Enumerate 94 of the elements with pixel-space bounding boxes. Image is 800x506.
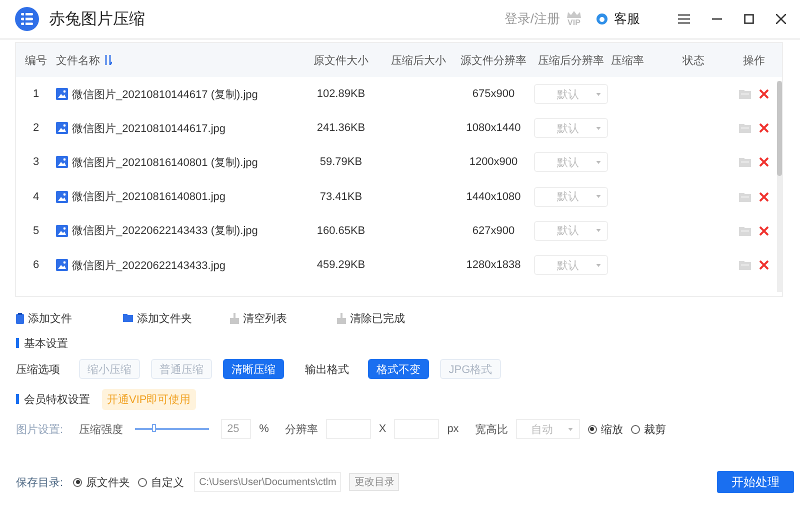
save-option-radio[interactable]: 原文件夹 [73, 474, 130, 490]
file-size: 102.89KB [316, 88, 366, 100]
resolution-label: 分辨率 [284, 422, 318, 436]
row-number: 1 [32, 88, 40, 100]
maximize-icon[interactable] [744, 14, 754, 24]
delete-icon[interactable] [759, 157, 769, 168]
source-resolution: 675x900 [471, 88, 516, 100]
row-number: 5 [32, 224, 40, 237]
row-number: 3 [32, 156, 40, 168]
toolbar-button[interactable]: 添加文件 [16, 310, 123, 326]
mode-radio[interactable]: 缩放 [588, 422, 623, 436]
file-size: 160.65KB [316, 224, 366, 237]
vip-hint-tag: 开通VIP即可使用 [102, 388, 196, 410]
image-file-icon [56, 259, 68, 272]
file-name: 微信图片_20210810144617.jpg [72, 122, 226, 136]
column-header: 原文件大小 [312, 54, 370, 68]
column-header: 压缩后大小 [390, 54, 447, 68]
save-option-radio[interactable]: 自定义 [138, 474, 184, 490]
compression-option[interactable]: 清晰压缩 [223, 359, 284, 379]
file-size: 241.36KB [316, 122, 366, 134]
brush-icon [337, 312, 346, 324]
mode-radio[interactable]: 裁剪 [630, 422, 666, 436]
delete-icon[interactable] [759, 123, 769, 134]
source-resolution: 1440x1080 [465, 190, 522, 203]
caret-icon [596, 195, 601, 198]
file-name: 微信图片_20220622143433.jpg [72, 258, 226, 273]
column-header: 编号 [24, 54, 48, 68]
start-button[interactable]: 开始处理 [717, 471, 794, 493]
percent-unit: % [259, 423, 269, 435]
window-title: 赤兔图片压缩 [49, 10, 145, 30]
toolbar-button[interactable]: 清空列表 [230, 310, 337, 326]
file-size: 459.29KB [316, 259, 366, 272]
delete-icon[interactable] [759, 192, 769, 202]
file-name: 微信图片_20210816140801.jpg [72, 190, 226, 204]
column-header: 压缩后分辨率 [537, 54, 605, 68]
section-title: 会员特权设置 [24, 392, 90, 406]
column-header: 源文件分辨率 [460, 54, 528, 68]
change-directory-button[interactable]: 更改目录 [349, 473, 400, 491]
row-number: 2 [32, 122, 40, 134]
format-option[interactable]: 格式不变 [368, 359, 429, 379]
caret-icon [596, 160, 601, 164]
file-name: 微信图片_20210816140801 (复制).jpg [72, 156, 258, 170]
source-resolution: 627x900 [471, 224, 516, 237]
aspect-ratio-label: 宽高比 [474, 422, 508, 436]
close-icon[interactable] [776, 14, 786, 24]
column-header: 状态 [682, 54, 706, 68]
menu-icon[interactable] [678, 14, 690, 24]
image-file-icon [56, 88, 68, 100]
column-header: 操作 [742, 54, 766, 68]
times-sign: X [378, 423, 386, 435]
column-header[interactable]: 文件名称 [56, 52, 301, 68]
toolbar-button[interactable]: 添加文件夹 [123, 310, 230, 326]
caret-icon [596, 126, 601, 130]
row-number: 4 [32, 190, 40, 203]
delete-icon[interactable] [759, 260, 769, 270]
save-directory-label: 保存目录: [16, 476, 64, 490]
delete-icon[interactable] [759, 226, 769, 236]
caret-icon [596, 92, 601, 96]
image-file-icon [56, 224, 68, 237]
image-file-icon [56, 156, 68, 168]
sort-icon[interactable] [104, 55, 112, 65]
section-title: 基本设置 [24, 336, 68, 350]
file-size: 59.79KB [318, 156, 364, 168]
compress-options-label: 压缩选项 [16, 362, 60, 376]
caret-icon [596, 264, 601, 267]
clipboard-icon [16, 312, 24, 324]
row-number: 6 [32, 259, 40, 272]
caret-icon [568, 428, 573, 430]
source-resolution: 1080x1440 [465, 122, 522, 134]
file-name: 微信图片_20220622143433 (复制).jpg [72, 224, 258, 238]
app-logo-icon [15, 7, 39, 31]
source-resolution: 1200x900 [468, 156, 519, 168]
scrollbar-thumb[interactable] [777, 81, 782, 176]
px-unit: px [447, 423, 459, 435]
path-field[interactable]: C:\Users\User\Documents\ctlm [194, 472, 342, 492]
image-file-icon [56, 122, 68, 134]
image-file-icon [56, 190, 68, 203]
file-size: 73.41KB [318, 190, 364, 203]
customer-service-link[interactable]: 客服 [614, 10, 640, 28]
brush-icon [230, 312, 239, 324]
source-resolution: 1280x1838 [465, 259, 522, 272]
strength-label: 压缩强度 [79, 422, 124, 436]
output-format-label: 输出格式 [305, 362, 349, 376]
column-header: 压缩率 [611, 54, 645, 68]
image-settings-label: 图片设置: [16, 422, 64, 436]
crown-icon [566, 11, 582, 19]
caret-icon [596, 229, 601, 232]
slider-thumb[interactable] [152, 424, 156, 432]
login-link[interactable]: 登录/注册 [504, 10, 560, 28]
toolbar-button[interactable]: 清除已完成 [337, 310, 444, 326]
file-name: 微信图片_20210810144617 (复制).jpg [72, 88, 258, 102]
strength-field[interactable]: 25 [221, 419, 252, 439]
folder-icon [123, 314, 133, 322]
delete-icon[interactable] [759, 89, 769, 100]
